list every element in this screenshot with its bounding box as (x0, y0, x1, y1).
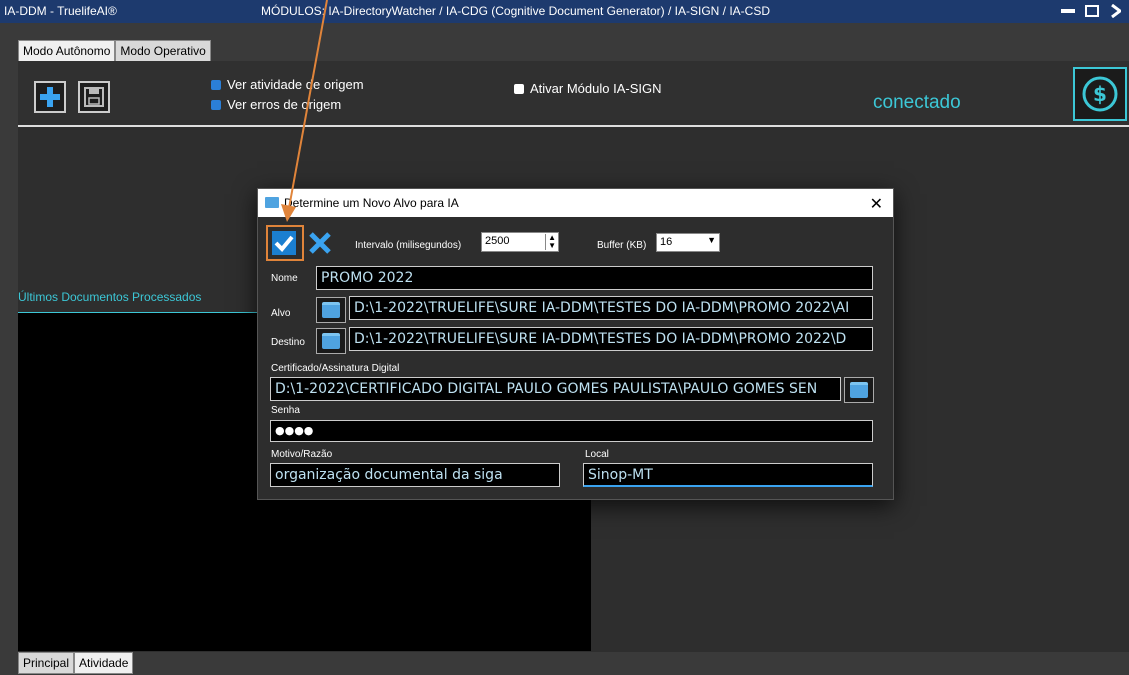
tab-atividade[interactable]: Atividade (74, 652, 134, 674)
motivo-label: Motivo/Razão (271, 449, 333, 460)
billing-button[interactable]: $ (1073, 67, 1127, 121)
dialog-title: Determine um Novo Alvo para IA (284, 196, 459, 210)
svg-text:$: $ (1093, 82, 1107, 106)
folder-icon (850, 382, 868, 398)
buffer-label: Buffer (KB) (597, 240, 647, 251)
interval-label: Intervalo (milisegundos) (355, 240, 462, 251)
title-bar: IA-DDM - TruelifeAI® MÓDULOS: IA-Directo… (0, 0, 1129, 23)
processed-docs-title: Últimos Documentos Processados (18, 290, 202, 304)
plus-icon (40, 87, 60, 107)
checkbox-checked-icon (211, 99, 221, 110)
local-label: Local (585, 449, 609, 460)
connection-status: conectado (873, 92, 961, 113)
cancel-button[interactable] (308, 231, 332, 255)
check-activity[interactable]: Ver atividade de origem (211, 77, 364, 92)
window-controls (1059, 2, 1125, 20)
senha-input[interactable]: ●●●● (270, 420, 873, 442)
highlight-frame (266, 225, 304, 261)
alvo-input[interactable]: D:\1-2022\TRUELIFE\SURE IA-DDM\TESTES DO… (349, 296, 873, 320)
toolbar: Ver atividade de origem Ver erros de ori… (18, 61, 1129, 127)
buffer-select[interactable]: 16 ▼ (656, 233, 720, 252)
destino-input[interactable]: D:\1-2022\TRUELIFE\SURE IA-DDM\TESTES DO… (349, 327, 873, 351)
folder-icon (322, 302, 340, 318)
destino-browse-button[interactable] (316, 328, 346, 354)
interval-spinner[interactable]: 2500 ▲ ▼ (481, 232, 559, 252)
close-window-icon[interactable] (1107, 2, 1125, 20)
spin-arrows-icon[interactable]: ▲ ▼ (545, 234, 556, 250)
nome-input[interactable]: PROMO 2022 (316, 266, 873, 290)
new-target-dialog: Determine um Novo Alvo para IA ✕ Interva… (257, 188, 894, 500)
bottom-tabs: Principal Atividade (18, 652, 134, 674)
maximize-icon[interactable] (1083, 2, 1101, 20)
add-button[interactable] (34, 81, 66, 113)
close-icon[interactable]: ✕ (870, 194, 883, 214)
save-button[interactable] (78, 81, 110, 113)
check-ia-sign[interactable]: Ativar Módulo IA-SIGN (514, 81, 662, 96)
floppy-disk-icon (84, 87, 104, 107)
nome-label: Nome (271, 273, 298, 284)
destino-label: Destino (271, 337, 305, 348)
modules-title: MÓDULOS: IA-DirectoryWatcher / IA-CDG (C… (261, 4, 771, 18)
mode-tabs: Modo Autônomo Modo Operativo (18, 40, 211, 63)
cert-browse-button[interactable] (844, 377, 874, 403)
minimize-icon[interactable] (1059, 2, 1077, 20)
checkbox-unchecked-icon (514, 83, 524, 94)
tab-principal[interactable]: Principal (18, 652, 75, 674)
alvo-label: Alvo (271, 308, 291, 319)
senha-label: Senha (271, 405, 300, 416)
tab-modo-operativo[interactable]: Modo Operativo (115, 40, 211, 62)
tab-modo-autonomo[interactable]: Modo Autônomo (18, 40, 116, 63)
cert-input[interactable]: D:\1-2022\CERTIFICADO DIGITAL PAULO GOME… (270, 377, 841, 401)
dollar-icon: $ (1082, 76, 1118, 112)
folder-icon (265, 197, 279, 208)
dialog-title-bar: Determine um Novo Alvo para IA ✕ (258, 189, 893, 217)
chevron-down-icon: ▼ (707, 235, 716, 245)
app-title: IA-DDM - TruelifeAI® (4, 4, 117, 18)
folder-icon (322, 333, 340, 349)
check-errors[interactable]: Ver erros de origem (211, 97, 341, 112)
motivo-input[interactable]: organização documental da siga (270, 463, 560, 487)
cert-label: Certificado/Assinatura Digital (271, 363, 400, 374)
local-input[interactable]: Sinop-MT (583, 463, 873, 487)
checkbox-checked-icon (211, 79, 221, 90)
alvo-browse-button[interactable] (316, 297, 346, 323)
x-icon (309, 232, 331, 254)
